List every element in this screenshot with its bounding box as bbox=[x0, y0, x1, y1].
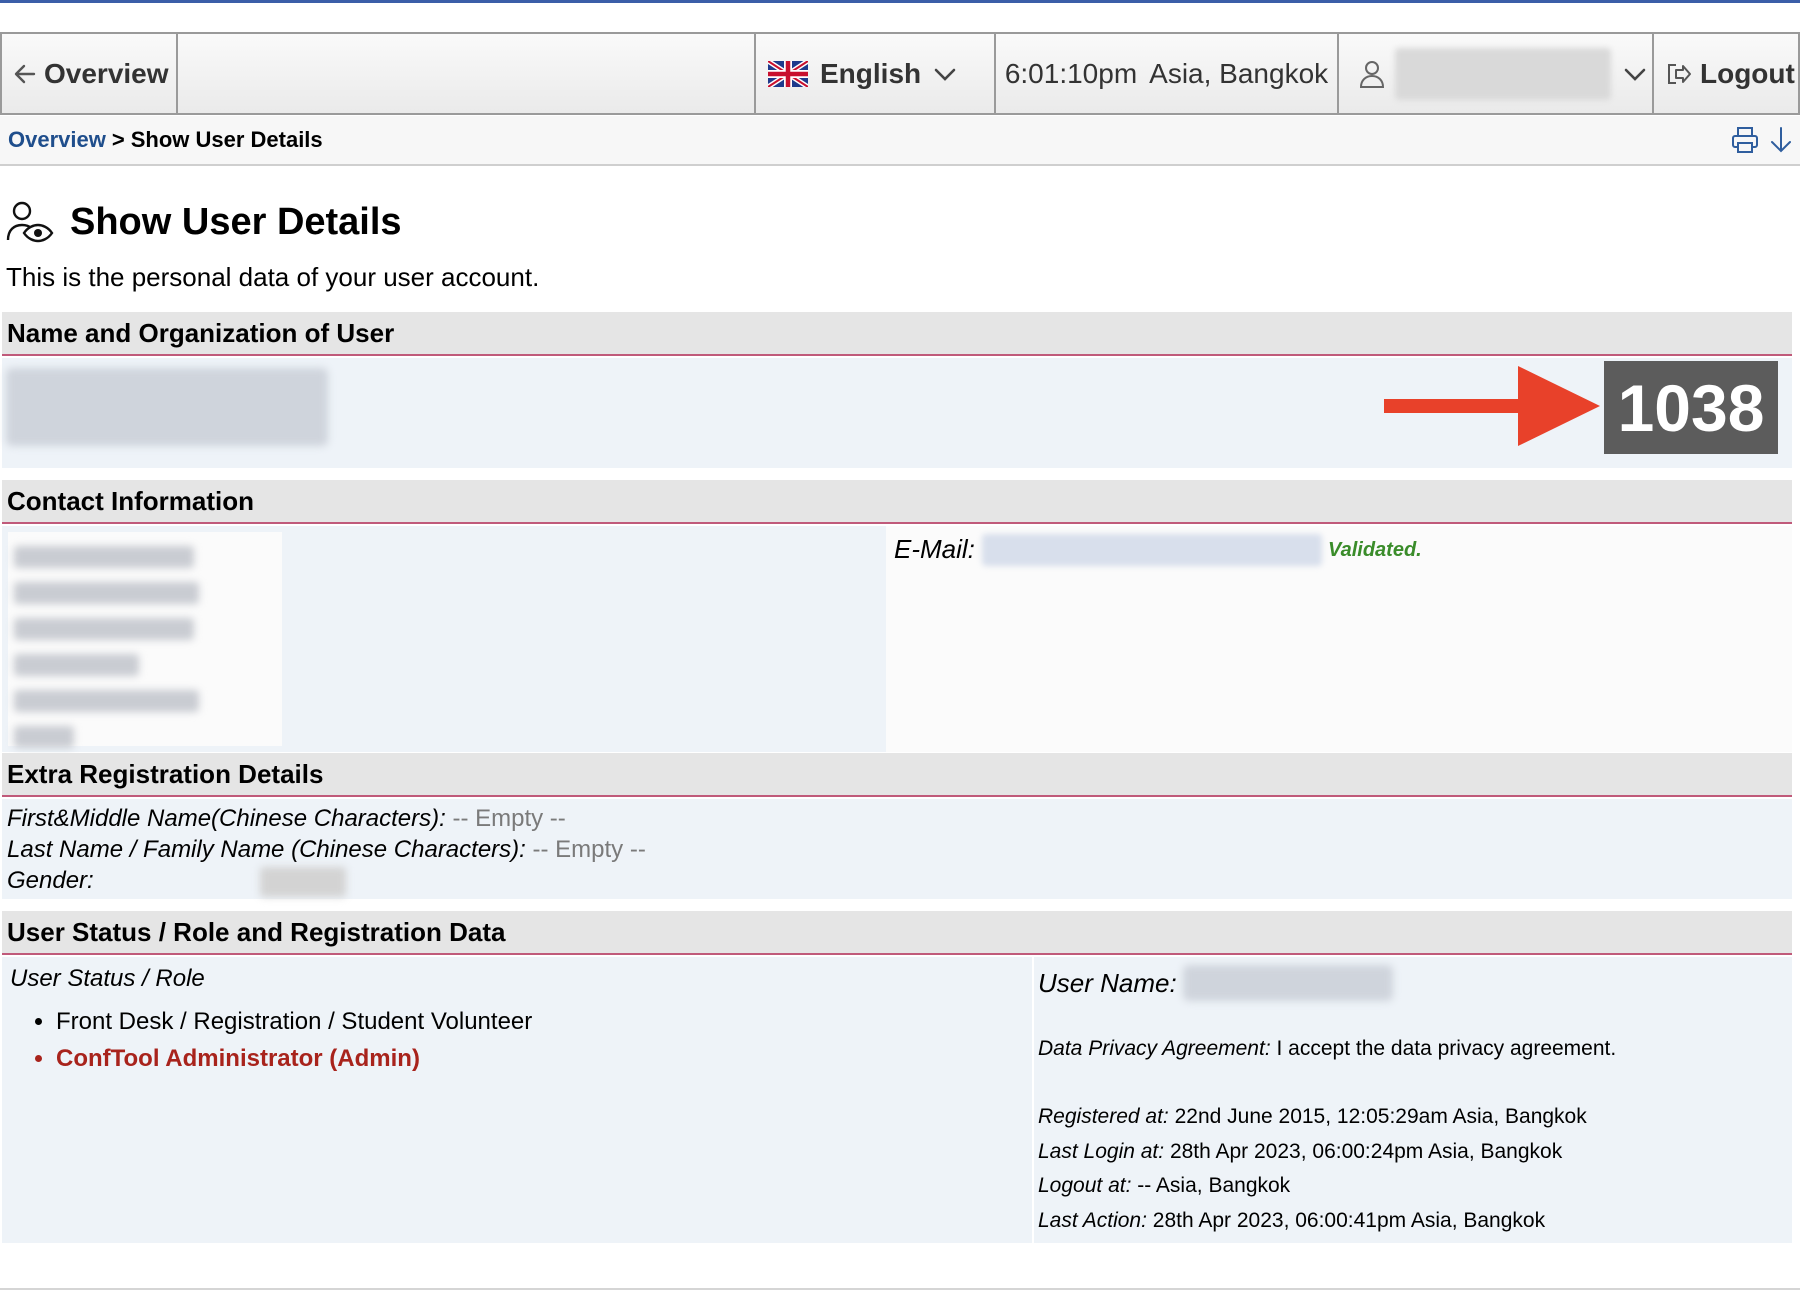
breadcrumb-overview-link[interactable]: Overview bbox=[8, 127, 106, 153]
logout-row: Logout at: -- Asia, Bangkok bbox=[1038, 1174, 1290, 1198]
arrow-left-icon bbox=[14, 64, 36, 83]
annotation-arrow-icon bbox=[1384, 366, 1600, 446]
registration-data-panel: User Name: Data Privacy Agreement: I acc… bbox=[1032, 957, 1792, 1243]
extra-row-first-name-chinese: First&Middle Name(Chinese Characters): -… bbox=[2, 803, 1792, 834]
chevron-down-icon bbox=[1624, 68, 1646, 81]
address-line bbox=[14, 582, 199, 604]
current-time: 6:01:10pm bbox=[1004, 57, 1138, 89]
top-navbar: Overview English 6:01:10pm Asia, Bangkok bbox=[0, 32, 1800, 115]
address-line bbox=[14, 654, 139, 676]
privacy-row: Data Privacy Agreement: I accept the dat… bbox=[1038, 1037, 1616, 1061]
username-label: User Name: bbox=[1038, 967, 1177, 998]
overview-nav-button[interactable]: Overview bbox=[2, 34, 178, 113]
last-action-label: Last Action: bbox=[1038, 1209, 1147, 1232]
top-accent-line bbox=[0, 0, 1800, 3]
language-label: English bbox=[820, 57, 922, 89]
user-menu[interactable] bbox=[1339, 34, 1654, 113]
last-login-row: Last Login at: 28th Apr 2023, 06:00:24pm… bbox=[1038, 1140, 1562, 1164]
section-body-contact: E-Mail: Validated. bbox=[2, 526, 1792, 752]
overview-nav-label: Overview bbox=[44, 57, 169, 89]
username-row: User Name: bbox=[1038, 965, 1393, 1001]
timezone-label: Asia, Bangkok bbox=[1149, 57, 1329, 89]
username-redacted bbox=[1395, 47, 1611, 100]
page-title: Show User Details bbox=[6, 200, 402, 244]
address-redacted bbox=[8, 532, 282, 748]
section-heading-contact: Contact Information bbox=[2, 480, 1792, 524]
footer-divider bbox=[0, 1288, 1800, 1290]
last-action-row: Last Action: 28th Apr 2023, 06:00:41pm A… bbox=[1038, 1209, 1545, 1233]
extra-row-key: Gender: bbox=[7, 867, 94, 894]
extra-row-value: -- Empty -- bbox=[452, 805, 566, 832]
email-validated-status: Validated. bbox=[1328, 539, 1422, 561]
page-subtitle: This is the personal data of your user a… bbox=[6, 262, 540, 292]
email-panel: E-Mail: Validated. bbox=[886, 526, 1792, 752]
role-list: Front Desk / Registration / Student Volu… bbox=[56, 1003, 532, 1077]
logout-icon bbox=[1668, 63, 1691, 84]
section-body-extra: First&Middle Name(Chinese Characters): -… bbox=[2, 799, 1792, 899]
extra-row-key: Last Name / Family Name (Chinese Charact… bbox=[7, 836, 526, 863]
logout-at-label: Logout at: bbox=[1038, 1174, 1132, 1197]
address-line bbox=[14, 546, 194, 568]
user-id-badge: 1038 bbox=[1604, 361, 1778, 454]
role-item-admin: ConfTool Administrator (Admin) bbox=[56, 1040, 532, 1077]
registered-label: Registered at: bbox=[1038, 1105, 1169, 1128]
page-tools bbox=[1730, 125, 1794, 155]
role-item-front-desk: Front Desk / Registration / Student Volu… bbox=[56, 1003, 532, 1040]
last-action-value: 28th Apr 2023, 06:00:41pm Asia, Bangkok bbox=[1152, 1209, 1546, 1232]
logout-at-value: -- Asia, Bangkok bbox=[1137, 1174, 1291, 1197]
address-line bbox=[14, 726, 74, 748]
section-heading-status: User Status / Role and Registration Data bbox=[2, 911, 1792, 955]
last-login-label: Last Login at: bbox=[1038, 1140, 1165, 1163]
user-role-panel: User Status / Role Front Desk / Registra… bbox=[10, 965, 532, 1077]
registered-row: Registered at: 22nd June 2015, 12:05:29a… bbox=[1038, 1105, 1587, 1129]
privacy-value: I accept the data privacy agreement. bbox=[1276, 1037, 1617, 1060]
section-heading-extra: Extra Registration Details bbox=[2, 753, 1792, 797]
logout-label: Logout bbox=[1700, 57, 1795, 89]
printer-icon[interactable] bbox=[1730, 125, 1760, 155]
extra-row-key: First&Middle Name(Chinese Characters): bbox=[7, 805, 446, 832]
extra-row-gender: Gender: bbox=[2, 865, 1792, 897]
clock-display: 6:01:10pm Asia, Bangkok bbox=[996, 34, 1339, 113]
section-body-name-org: 1038 bbox=[2, 358, 1792, 468]
last-login-value: 28th Apr 2023, 06:00:24pm Asia, Bangkok bbox=[1169, 1140, 1563, 1163]
gender-redacted bbox=[260, 866, 347, 897]
privacy-label: Data Privacy Agreement: bbox=[1038, 1037, 1271, 1060]
name-org-redacted bbox=[6, 368, 328, 446]
section-heading-name-org: Name and Organization of User bbox=[2, 312, 1792, 356]
user-eye-icon bbox=[6, 201, 54, 243]
extra-row-value: -- Empty -- bbox=[532, 836, 646, 863]
breadcrumb: Overview > Show User Details bbox=[0, 116, 1800, 166]
breadcrumb-separator: > bbox=[111, 127, 125, 152]
navbar-spacer bbox=[178, 34, 756, 113]
email-redacted[interactable] bbox=[982, 534, 1322, 566]
logout-button[interactable]: Logout bbox=[1654, 34, 1798, 113]
chevron-down-icon bbox=[934, 68, 956, 81]
username-redacted bbox=[1182, 965, 1393, 1001]
email-label: E-Mail: bbox=[894, 534, 975, 564]
language-selector[interactable]: English bbox=[756, 34, 996, 113]
role-label: User Status / Role bbox=[10, 965, 205, 992]
extra-row-last-name-chinese: Last Name / Family Name (Chinese Charact… bbox=[2, 834, 1792, 865]
section-body-status: User Status / Role Front Desk / Registra… bbox=[2, 957, 1792, 1243]
arrow-down-icon[interactable] bbox=[1768, 125, 1794, 155]
address-line bbox=[14, 618, 194, 640]
registered-value: 22nd June 2015, 12:05:29am Asia, Bangkok bbox=[1174, 1105, 1587, 1128]
page-title-text: Show User Details bbox=[70, 200, 402, 243]
uk-flag-icon bbox=[768, 60, 808, 87]
address-line bbox=[14, 690, 199, 712]
user-icon bbox=[1359, 60, 1385, 88]
breadcrumb-current: Show User Details bbox=[130, 127, 323, 152]
